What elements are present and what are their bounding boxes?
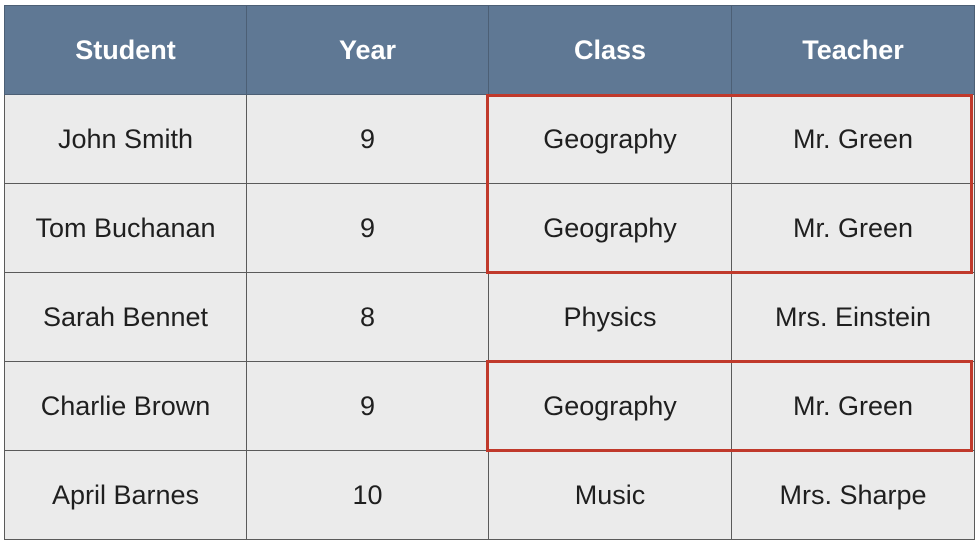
cell-student: John Smith: [4, 94, 247, 184]
cell-year: 9: [246, 361, 489, 451]
cell-student: April Barnes: [4, 450, 247, 540]
cell-student: Tom Buchanan: [4, 183, 247, 273]
cell-class: Geography: [488, 94, 732, 184]
table-row: Tom Buchanan 9 Geography Mr. Green: [4, 183, 975, 273]
cell-student: Charlie Brown: [4, 361, 247, 451]
cell-class: Music: [488, 450, 732, 540]
header-year: Year: [246, 5, 489, 95]
header-teacher: Teacher: [731, 5, 975, 95]
cell-class: Geography: [488, 361, 732, 451]
cell-year: 9: [246, 94, 489, 184]
cell-class: Physics: [488, 272, 732, 362]
cell-year: 9: [246, 183, 489, 273]
cell-year: 8: [246, 272, 489, 362]
student-table: Student Year Class Teacher John Smith 9 …: [4, 5, 975, 540]
cell-teacher: Mrs. Einstein: [731, 272, 975, 362]
table-row: John Smith 9 Geography Mr. Green: [4, 94, 975, 184]
cell-year: 10: [246, 450, 489, 540]
cell-teacher: Mr. Green: [731, 183, 975, 273]
cell-student: Sarah Bennet: [4, 272, 247, 362]
table-header-row: Student Year Class Teacher: [4, 5, 975, 95]
header-student: Student: [4, 5, 247, 95]
table-row: Sarah Bennet 8 Physics Mrs. Einstein: [4, 272, 975, 362]
header-class: Class: [488, 5, 732, 95]
student-table-container: Student Year Class Teacher John Smith 9 …: [4, 5, 975, 540]
cell-class: Geography: [488, 183, 732, 273]
table-row: Charlie Brown 9 Geography Mr. Green: [4, 361, 975, 451]
cell-teacher: Mrs. Sharpe: [731, 450, 975, 540]
cell-teacher: Mr. Green: [731, 94, 975, 184]
table-row: April Barnes 10 Music Mrs. Sharpe: [4, 450, 975, 540]
cell-teacher: Mr. Green: [731, 361, 975, 451]
